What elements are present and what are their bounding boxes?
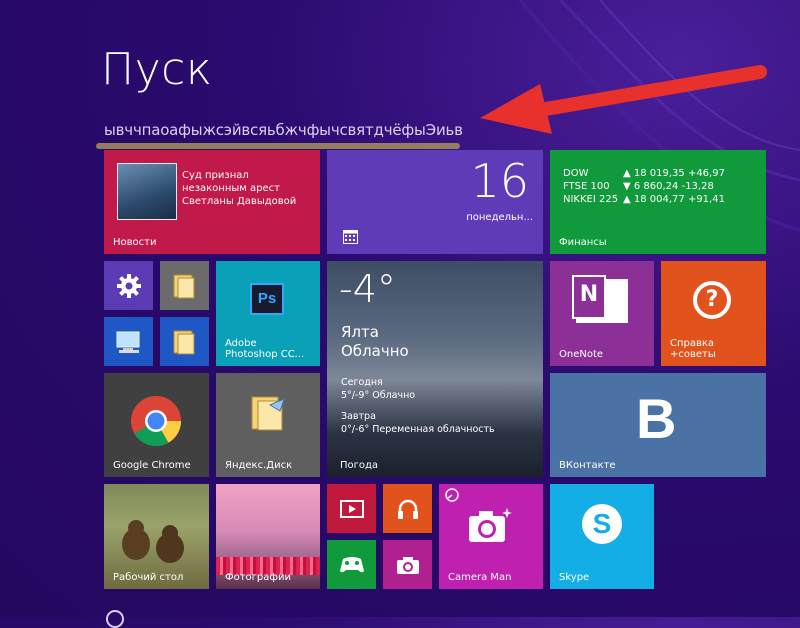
finance-label: Финансы: [559, 237, 607, 248]
chrome-icon: [131, 396, 181, 446]
weather-location: Ялта Облачно: [341, 323, 409, 361]
games-tile[interactable]: [327, 540, 376, 589]
weather-today-value: 5°/-9° Облачно: [341, 390, 416, 401]
all-apps-button[interactable]: [106, 610, 124, 628]
camera-icon: [396, 556, 419, 574]
desktop-label: Рабочий стол: [113, 572, 184, 583]
finance-index-name: DOW: [563, 168, 589, 179]
finance-row: FTSE 100 ▼ 6 860,24 -13,28: [563, 181, 714, 193]
photoshop-label-line: Adobe: [225, 338, 257, 349]
skype-tile[interactable]: S Skype: [550, 484, 654, 589]
news-headline-line: незаконным арест: [182, 183, 280, 194]
video-icon: [339, 499, 364, 518]
gamepad-icon: [339, 556, 364, 572]
weather-label: Погода: [340, 460, 379, 471]
folder-tile[interactable]: [160, 317, 209, 366]
weather-city: Ялта: [341, 323, 379, 341]
finance-tile[interactable]: DOW ▲ 18 019,35 +46,97 FTSE 100 ▼ 6 860,24…: [550, 150, 766, 254]
photos-label: Фотографии: [225, 572, 291, 583]
news-tile[interactable]: Суд признал незаконным арест Светланы Да…: [104, 150, 320, 254]
vk-label: ВКонтакте: [559, 460, 616, 471]
news-headline: Суд признал незаконным арест Светланы Да…: [182, 169, 297, 208]
finance-index-name: NIKKEI 225: [563, 194, 619, 205]
news-headline-line: Светланы Давыдовой: [182, 196, 297, 207]
finance-index-name: FTSE 100: [563, 181, 610, 192]
cameraman-tile[interactable]: Camera Man: [439, 484, 543, 589]
photos-tile[interactable]: Фотографии: [216, 484, 320, 589]
folder-icon: [173, 330, 194, 354]
vk-icon: B: [636, 387, 677, 450]
photoshop-label-line: Photoshop CC...: [225, 349, 305, 360]
news-label: Новости: [113, 237, 157, 248]
news-headline-line: Суд признал: [182, 170, 249, 181]
onenote-tile[interactable]: N OneNote: [550, 261, 654, 366]
start-title: Пуск: [101, 44, 213, 95]
yadisk-tile[interactable]: Яндекс.Диск: [216, 373, 320, 477]
finance-index-value: ▲ 18 004,77 +91,41: [623, 194, 725, 205]
photoshop-label: Adobe Photoshop CC...: [225, 338, 304, 360]
camera-tile[interactable]: [383, 540, 432, 589]
gear-icon: [116, 273, 141, 298]
vk-tile[interactable]: B ВКонтакте: [550, 373, 766, 477]
weather-today-label: Сегодня: [341, 377, 383, 388]
onenote-icon-letter: N: [572, 275, 606, 319]
help-tile[interactable]: ? Справка +советы: [661, 261, 766, 366]
onenote-label: OneNote: [559, 349, 604, 360]
settings-tile[interactable]: [104, 261, 153, 310]
photoshop-icon: Ps: [250, 283, 284, 315]
weather-condition: Облачно: [341, 342, 409, 360]
chrome-label: Google Chrome: [113, 460, 191, 471]
desktop-tile[interactable]: Рабочий стол: [104, 484, 209, 589]
calendar-tile[interactable]: 16 понедельн...: [327, 150, 543, 254]
calendar-day-number: 16: [470, 154, 529, 208]
explorer-tile[interactable]: [160, 261, 209, 310]
help-label-line: +советы: [670, 349, 716, 360]
calendar-icon: [343, 230, 358, 244]
weather-temperature: -4°: [339, 267, 396, 311]
skype-icon: S: [582, 504, 622, 544]
camera-icon: [469, 508, 512, 542]
bears-image: [122, 520, 184, 563]
finance-index-value: ▲ 18 019,35 +46,97: [623, 168, 725, 179]
music-tile[interactable]: [383, 484, 432, 533]
skype-label: Skype: [559, 572, 590, 583]
chrome-tile[interactable]: Google Chrome: [104, 373, 209, 477]
help-icon: ?: [693, 281, 731, 319]
news-photo: [117, 163, 177, 220]
weather-tile[interactable]: -4° Ялта Облачно Сегодня 5°/-9° Облачно …: [327, 261, 543, 477]
video-tile[interactable]: [327, 484, 376, 533]
weather-tomorrow-label: Завтра: [341, 411, 376, 422]
cameraman-label: Camera Man: [448, 572, 512, 583]
finance-row: DOW ▲ 18 019,35 +46,97: [563, 168, 725, 180]
weather-tomorrow-value: 0°/-6° Переменная облачность: [341, 424, 495, 435]
clock-badge-icon: [445, 488, 459, 502]
finance-row: NIKKEI 225 ▲ 18 004,77 +91,41: [563, 194, 725, 206]
help-label: Справка +советы: [670, 338, 716, 360]
typed-text[interactable]: ывччпаоафыжсэйвсяьбжчфычсвятдчёфыЭиьв: [104, 121, 463, 139]
folder-icon: [251, 396, 285, 431]
finance-index-value: ▼ 6 860,24 -13,28: [623, 181, 714, 192]
calendar-weekday: понедельн...: [466, 212, 533, 223]
yadisk-label: Яндекс.Диск: [225, 460, 293, 471]
help-label-line: Справка: [670, 338, 715, 349]
text-highlight-underline: [96, 143, 460, 149]
headphones-icon: [397, 499, 418, 519]
computer-tile[interactable]: [104, 317, 153, 366]
computer-icon: [116, 331, 139, 353]
photoshop-tile[interactable]: Ps Adobe Photoshop CC...: [216, 261, 320, 366]
folder-icon: [173, 274, 194, 298]
